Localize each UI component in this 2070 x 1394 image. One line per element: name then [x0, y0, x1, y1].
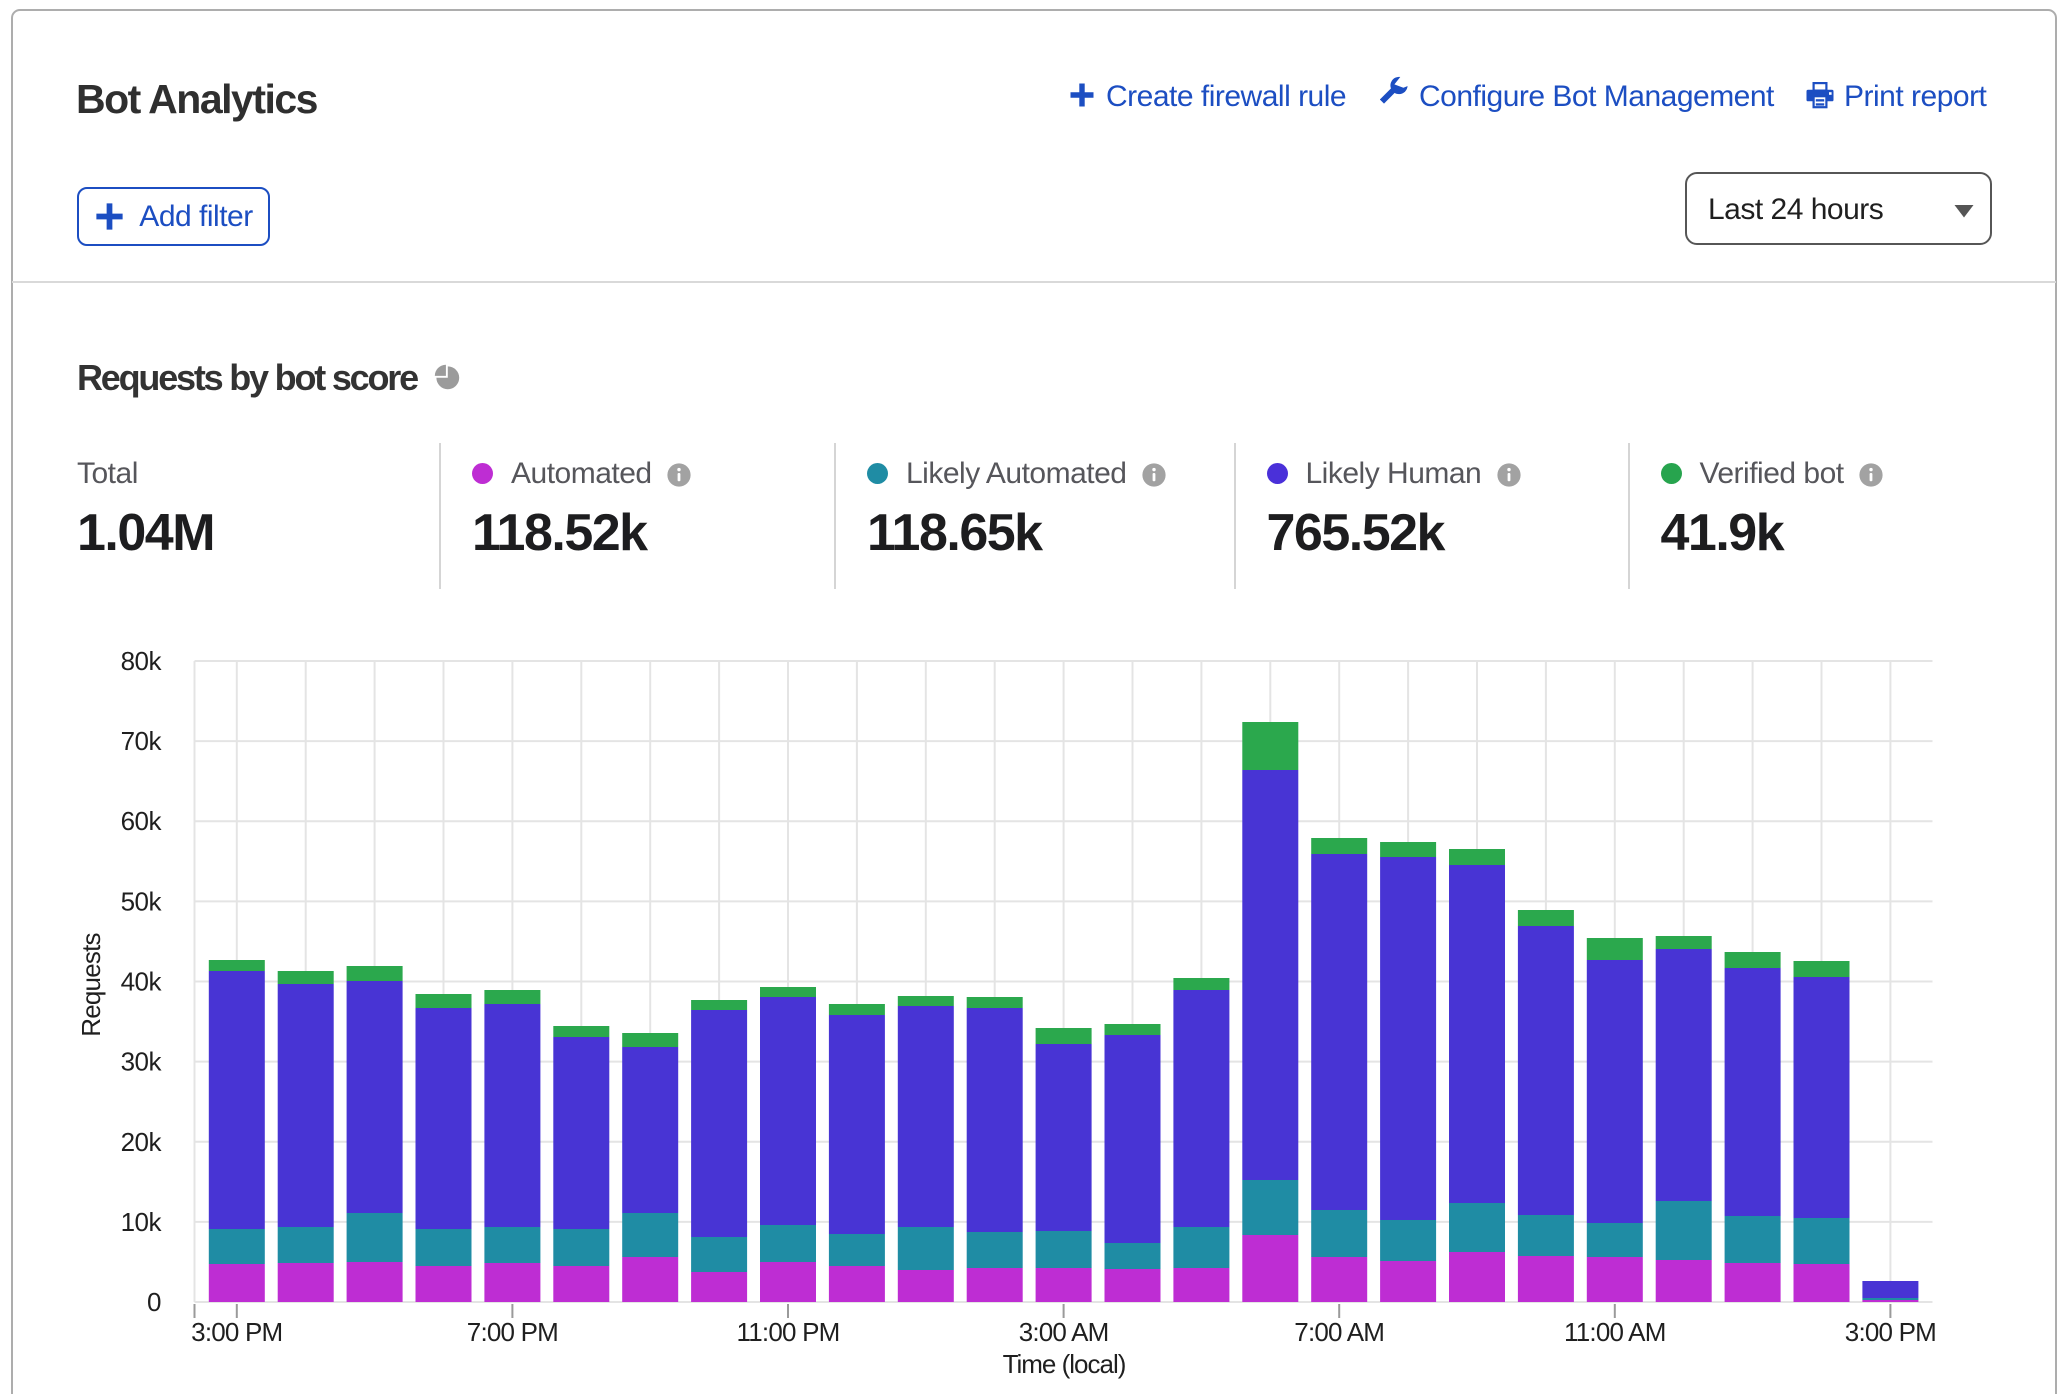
svg-text:Time (local): Time (local)	[1003, 1349, 1126, 1379]
svg-text:30k: 30k	[121, 1047, 163, 1077]
svg-text:10k: 10k	[121, 1207, 163, 1237]
svg-text:50k: 50k	[121, 886, 163, 916]
svg-text:40k: 40k	[121, 967, 163, 997]
svg-text:11:00 PM: 11:00 PM	[737, 1317, 840, 1347]
svg-text:7:00 PM: 7:00 PM	[467, 1317, 558, 1347]
svg-text:3:00 PM: 3:00 PM	[191, 1317, 282, 1347]
svg-text:3:00 AM: 3:00 AM	[1019, 1317, 1109, 1347]
svg-text:60k: 60k	[121, 806, 163, 836]
svg-text:70k: 70k	[121, 726, 163, 756]
svg-text:7:00 AM: 7:00 AM	[1294, 1317, 1384, 1347]
svg-text:11:00 AM: 11:00 AM	[1564, 1317, 1666, 1347]
svg-text:80k: 80k	[121, 646, 163, 676]
svg-text:Requests: Requests	[76, 932, 106, 1036]
svg-text:3:00 PM: 3:00 PM	[1845, 1317, 1936, 1347]
svg-text:0: 0	[147, 1287, 161, 1317]
svg-text:20k: 20k	[121, 1127, 163, 1157]
